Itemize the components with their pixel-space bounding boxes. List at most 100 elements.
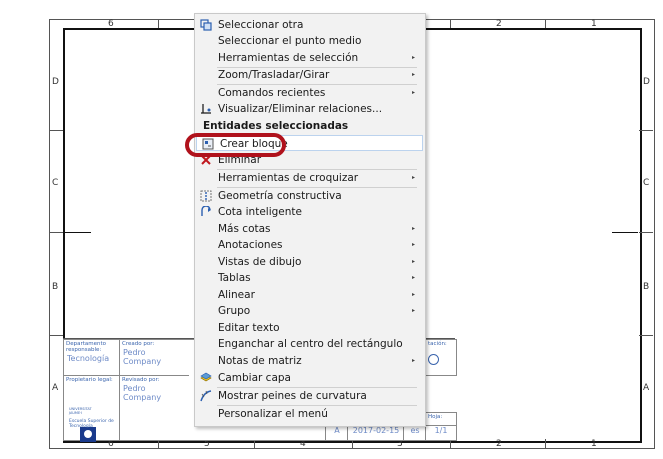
frame-marker-line (612, 232, 638, 233)
menu-item-label: Más cotas (218, 222, 271, 235)
reviewed-cell: Revisado por: Pedro Company (119, 375, 191, 441)
revision-cell: A (325, 425, 349, 441)
menu-item-label: Seleccionar el punto medio (218, 35, 362, 48)
row-letter: C (52, 178, 59, 188)
menu-item-herramientas-croquizar[interactable]: Herramientas de croquizar ▸ (195, 170, 425, 186)
column-number: 2 (496, 19, 502, 29)
menu-item-seleccionar-punto-medio[interactable]: Seleccionar el punto medio (195, 33, 425, 49)
menu-item-zoom-trasladar-girar[interactable]: Zoom/Trasladar/Girar ▸ (195, 67, 425, 83)
submenu-arrow-icon: ▸ (411, 174, 415, 181)
created-label: Creado por: (122, 341, 155, 347)
dept-cell: Departamento responsable: Tecnología (63, 339, 121, 376)
ruler-tick (639, 232, 653, 233)
submenu-arrow-icon: ▸ (411, 88, 415, 96)
column-number: 1 (591, 439, 597, 449)
submenu-arrow-icon: ▸ (411, 290, 415, 298)
created-cell: Creado por: Pedro Company (119, 339, 191, 376)
menu-item-label: Geometría constructiva (218, 189, 342, 202)
ruler-tick (545, 439, 546, 448)
row-letter: A (52, 383, 59, 393)
menu-item-herramientas-seleccion[interactable]: Herramientas de selección ▸ (195, 50, 425, 66)
menu-item-enganchar-centro[interactable]: Enganchar al centro del rectángulo (195, 336, 425, 352)
row-letter: B (643, 282, 650, 292)
menu-item-seleccionar-otra[interactable]: Seleccionar otra (195, 17, 425, 33)
menu-item-label: Notas de matriz (218, 354, 302, 367)
column-number: 6 (108, 19, 114, 29)
menu-item-label: Enganchar al centro del rectángulo (218, 338, 403, 350)
menu-item-label: Herramientas de croquizar (218, 172, 359, 184)
menu-item-label: Tablas (218, 272, 251, 284)
frame-marker-line (63, 232, 91, 233)
row-letter: D (643, 77, 650, 87)
menu-item-vistas-dibujo[interactable]: Vistas de dibujo ▸ (195, 254, 425, 270)
menu-item-cota-inteligente[interactable]: Cota inteligente (195, 204, 425, 220)
construction-geometry-icon (200, 190, 212, 201)
submenu-arrow-icon: ▸ (411, 307, 415, 314)
ruler-tick (639, 335, 653, 336)
owner-cell: Propietario legal: UNIVERSITAT JAUME·I E… (63, 375, 121, 442)
submenu-arrow-icon: ▸ (411, 241, 415, 248)
owner-label: Propietario legal: (66, 377, 113, 383)
curvature-icon (200, 390, 212, 402)
ruler-tick (545, 19, 546, 28)
menu-item-label: Comandos recientes (218, 86, 326, 99)
dept-value: Tecnología (67, 354, 110, 363)
menu-item-label: Cota inteligente (218, 206, 302, 218)
menu-item-label: Seleccionar otra (218, 19, 304, 31)
menu-item-alinear[interactable]: Alinear ▸ (195, 287, 425, 303)
situation-cell: tación: (425, 339, 457, 376)
menu-item-mostrar-peines[interactable]: Mostrar peines de curvatura (195, 388, 425, 404)
menu-item-label: Editar texto (218, 321, 280, 334)
ruler-tick (639, 130, 653, 131)
column-number: 2 (496, 439, 502, 449)
submenu-arrow-icon: ▸ (411, 257, 415, 265)
menu-section-label: Entidades seleccionadas (203, 120, 349, 133)
reviewed-value: Pedro Company (123, 384, 162, 402)
column-number: 1 (591, 19, 597, 29)
lang-cell: es (403, 425, 427, 441)
ruler-tick (49, 130, 63, 131)
menu-item-label: Herramientas de selección (218, 51, 359, 64)
menu-item-label: Cambiar capa (218, 372, 291, 384)
menu-item-comandos-recientes[interactable]: Comandos recientes ▸ (195, 85, 425, 101)
menu-item-cambiar-capa[interactable]: Cambiar capa (195, 370, 425, 386)
menu-item-tablas[interactable]: Tablas ▸ (195, 270, 425, 286)
menu-item-label: Anotaciones (218, 239, 283, 251)
ruler-tick (49, 232, 63, 233)
menu-item-label: Personalizar el menú (218, 408, 328, 420)
ruler-tick (450, 19, 451, 28)
menu-item-label: Visualizar/Eliminar relaciones... (218, 103, 383, 115)
reviewed-label: Revisado por: (122, 377, 160, 383)
menu-item-label: Vistas de dibujo (218, 255, 302, 268)
menu-item-geometria-constructiva[interactable]: Geometría constructiva (195, 188, 425, 204)
row-letter: D (52, 77, 59, 87)
menu-item-notas-matriz[interactable]: Notas de matriz ▸ (195, 353, 425, 369)
date-value: 2017-02-15 (352, 426, 400, 435)
submenu-arrow-icon: ▸ (411, 224, 415, 232)
menu-item-label: Alinear (218, 288, 255, 301)
menu-item-label: Zoom/Trasladar/Girar (218, 69, 330, 82)
menu-item-editar-texto[interactable]: Editar texto (195, 320, 425, 336)
dept-label: Departamento responsable: (66, 341, 107, 353)
submenu-arrow-icon: ▸ (411, 274, 415, 281)
row-letter: C (643, 178, 650, 188)
lang-value: es (410, 426, 420, 435)
owner-caption: Escuela Superior de Tecnología (69, 419, 114, 429)
sheet-value-cell: 1/1 (425, 425, 457, 441)
row-letter: B (52, 282, 59, 292)
projection-symbol-icon (428, 354, 439, 365)
menu-item-mas-cotas[interactable]: Más cotas ▸ (195, 221, 425, 237)
smart-dimension-icon (201, 206, 211, 216)
menu-item-visualizar-relaciones[interactable]: Visualizar/Eliminar relaciones... (195, 101, 425, 117)
menu-item-label: Mostrar peines de curvatura (218, 390, 367, 402)
date-cell: 2017-02-15 (347, 425, 405, 441)
relations-icon (201, 104, 211, 114)
menu-item-anotaciones[interactable]: Anotaciones ▸ (195, 237, 425, 253)
menu-item-grupo[interactable]: Grupo ▸ (195, 303, 425, 319)
created-value: Pedro Company (123, 348, 162, 366)
red-highlight-annotation (185, 133, 286, 157)
situation-label: tación: (428, 341, 447, 347)
menu-item-personalizar-menu[interactable]: Personalizar el menú (195, 406, 425, 422)
submenu-arrow-icon: ▸ (411, 71, 415, 79)
context-menu[interactable]: Seleccionar otra Seleccionar el punto me… (194, 13, 426, 427)
